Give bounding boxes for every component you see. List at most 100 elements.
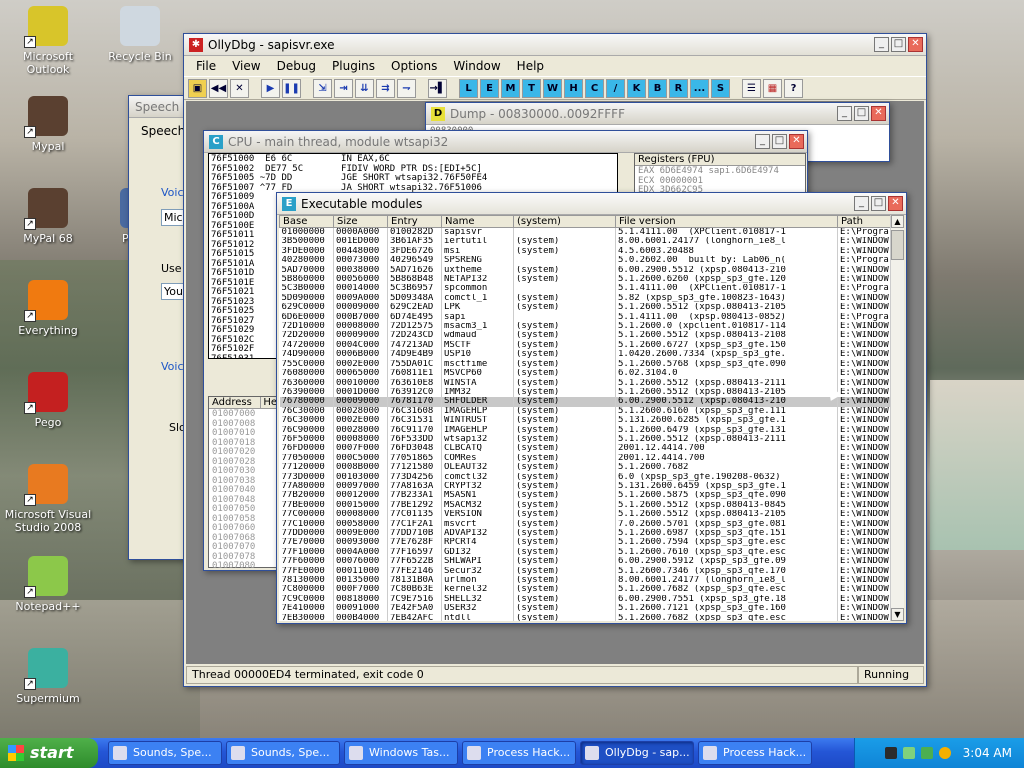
start-button[interactable]: start — [0, 738, 98, 768]
module-row[interactable]: 40280000 00073000 40296549 SPSRENG 5.0.2602.… — [279, 256, 890, 266]
toolbar-window-button[interactable]: ... — [690, 78, 709, 98]
dump-maximize-button[interactable]: □ — [854, 106, 869, 121]
tray-search-icon[interactable] — [938, 747, 951, 759]
taskbar-button[interactable]: Sounds, Spe... — [108, 741, 222, 765]
menu-debug[interactable]: Debug — [269, 59, 324, 73]
module-row[interactable]: 77BE0000 00015000 77BE1292 MSACM32 (system) 5… — [279, 500, 890, 511]
open-icon[interactable]: ▣ — [188, 78, 207, 98]
module-row[interactable]: 78130000 00135000 78131B0A urlmon (system) 8.… — [279, 576, 890, 586]
toolbar-window-button[interactable]: E — [480, 78, 499, 98]
memory-pane[interactable]: Address He 01007000 01007008 01007010 01007… — [208, 396, 278, 570]
dump-minimize-button[interactable]: _ — [837, 106, 852, 121]
module-row[interactable]: 74720000 0004C000 747213AD MSCTF (system) 5.1… — [279, 340, 890, 351]
module-row[interactable]: 76780000 00009000 76781170 SHFOLDER (system)… — [279, 397, 890, 407]
taskbar-button[interactable]: Process Hack... — [698, 741, 812, 765]
step-over-icon[interactable]: ⇥ — [334, 78, 353, 98]
menu-window[interactable]: Window — [445, 59, 508, 73]
toolbar-window-button[interactable]: W — [543, 78, 562, 98]
toolbar-window-button[interactable]: H — [564, 78, 583, 98]
modules-title-bar[interactable]: E Executable modules _ □ ✕ — [277, 193, 906, 215]
module-row[interactable]: 77E70000 00093000 77E7628F RPCRT4 (system) 5.… — [279, 538, 890, 548]
module-row[interactable]: 76C30000 0002E000 76C31531 WINTRUST (system)… — [279, 416, 890, 426]
module-row[interactable]: 755C0000 0002E000 755DA01C msctfime (system)… — [279, 359, 890, 370]
toolbar-window-button[interactable]: / — [606, 78, 625, 98]
ollydbg-title-bar[interactable]: ✱ OllyDbg - sapisvr.exe _ □ ✕ — [184, 34, 926, 56]
close-button[interactable]: ✕ — [908, 37, 923, 52]
module-row[interactable]: 629C0000 00009000 629C2EAD LPK (system) 5.1.2… — [279, 303, 890, 313]
modules-window[interactable]: E Executable modules _ □ ✕ Base Size Entry Na… — [276, 192, 907, 624]
taskbar-button[interactable]: OllyDbg - sap... — [580, 741, 694, 765]
appearance-icon[interactable]: ▦ — [763, 78, 782, 98]
col-header-system[interactable]: (system) — [513, 215, 616, 228]
desktop-icon[interactable]: ↗ Supermium — [0, 648, 96, 705]
cpu-maximize-button[interactable]: □ — [772, 134, 787, 149]
module-row[interactable]: 76390000 0001D000 763912C0 IMM32 (system) 5.1… — [279, 387, 890, 398]
pause-icon[interactable]: ❚❚ — [282, 78, 301, 98]
module-row[interactable]: 74D90000 0006B000 74D9E4B9 USP10 (system) 1.0… — [279, 350, 890, 360]
toolbar-window-button[interactable]: T — [522, 78, 541, 98]
maximize-button[interactable]: □ — [891, 37, 906, 52]
rewind-icon[interactable]: ◀◀ — [209, 78, 228, 98]
module-row[interactable]: 77F60000 00076000 77F6522B SHLWAPI (system) 6… — [279, 557, 890, 567]
module-row[interactable]: 77C00000 00008000 77C01135 VERSION (system) 5… — [279, 510, 890, 520]
help-icon[interactable]: ? — [784, 78, 803, 98]
dump-title-bar[interactable]: D Dump - 00830000..0092FFFF _ □ ✕ — [426, 103, 889, 125]
module-row[interactable]: 7EB30000 000B4000 7EB42AFC ntdll (system) 5.1… — [279, 613, 890, 621]
module-row[interactable]: 72D10000 00008000 72D12575 msacm3_1 (system)… — [279, 322, 890, 332]
tray-monitor-icon[interactable] — [884, 747, 897, 759]
scroll-thumb[interactable] — [891, 230, 904, 260]
module-row[interactable]: 76C30000 00028000 76C31608 IMAGEHLP (system)… — [279, 406, 890, 417]
module-row[interactable]: 77120000 0008B000 77121580 OLEAUT32 (system)… — [279, 463, 890, 473]
desktop-icon[interactable]: ↗ Mypal — [0, 96, 96, 153]
module-row[interactable]: 7E410000 00091000 7E42F5A0 USER32 (system) 5.… — [279, 604, 890, 614]
desktop-icon[interactable]: ↗ Notepad++ — [0, 556, 96, 613]
desktop-icon[interactable]: ↗ Pego — [0, 372, 96, 429]
module-row[interactable]: 77F10000 0004A000 77F16597 GDI32 (system) 5.1… — [279, 547, 890, 558]
run-icon[interactable]: ▶ — [261, 78, 280, 98]
module-row[interactable]: 76C90000 00028000 76C91170 IMAGEHLP (system)… — [279, 425, 890, 435]
module-row[interactable]: 76080000 00065000 760811E1 MSVCP60 (system) 6… — [279, 369, 890, 379]
cpu-title-bar[interactable]: C CPU - main thread, module wtsapi32 _ □ ✕ — [204, 131, 807, 153]
col-header-entry[interactable]: Entry — [387, 215, 442, 228]
tray-network-icon[interactable] — [902, 747, 915, 759]
modules-minimize-button[interactable]: _ — [854, 196, 869, 211]
module-row[interactable]: 5D090000 0009A000 5D09348A comctl_1 (system)… — [279, 293, 890, 304]
taskbar-button[interactable]: Windows Tas... — [344, 741, 458, 765]
taskbar-button[interactable]: Process Hack... — [462, 741, 576, 765]
menu-help[interactable]: Help — [509, 59, 552, 73]
trace-over-icon[interactable]: ⇉ — [376, 78, 395, 98]
col-header-name[interactable]: Name — [441, 215, 514, 228]
module-row[interactable]: 76360000 00010000 763610E8 WINSTA (system) 5.… — [279, 378, 890, 388]
dump-close-button[interactable]: ✕ — [871, 106, 886, 121]
col-header-path[interactable]: Path — [837, 215, 890, 228]
module-row[interactable]: 3FDE0000 00448000 3FDE6726 msi (system) 4.5.6… — [279, 246, 890, 257]
menu-plugins[interactable]: Plugins — [324, 59, 383, 73]
module-row[interactable]: 6D6E0000 000B7000 6D74E495 sapi 5.1.4111.00 … — [279, 312, 890, 323]
taskbar-button[interactable]: Sounds, Spe... — [226, 741, 340, 765]
desktop-icon[interactable]: ↗ MyPal 68 — [0, 188, 96, 245]
minimize-button[interactable]: _ — [874, 37, 889, 52]
module-row[interactable]: 76FD0000 0007F000 76FD3048 CLBCATQ (system) 2… — [279, 444, 890, 454]
module-row[interactable]: 5C3B0000 00014000 5C3B6957 spcommon 5.1.4111… — [279, 284, 890, 294]
desktop-icon[interactable]: ↗ Microsoft Visual Studio 2008 — [0, 464, 96, 534]
module-row[interactable]: 77B20000 00012000 77B233A1 MSASN1 (system) 5.… — [279, 491, 890, 501]
cpu-minimize-button[interactable]: _ — [755, 134, 770, 149]
module-row[interactable]: 5AD70000 00038000 5AD71626 uxtheme (system) 6… — [279, 265, 890, 276]
execute-till-return-icon[interactable]: ⇁ — [397, 78, 416, 98]
module-row[interactable]: 77A80000 00097000 77A8163A CRYPT32 (system) 5… — [279, 481, 890, 492]
toolbar-window-button[interactable]: S — [711, 78, 730, 98]
desktop-icon[interactable]: ↗ Microsoft Outlook — [0, 6, 96, 76]
modules-table-container[interactable]: Base Size Entry Name (system) File version Pat… — [279, 215, 890, 621]
module-row[interactable]: 72D20000 00009000 72D243CD wdmaud (system) 5.… — [279, 331, 890, 341]
module-row[interactable]: 773D0000 00103000 773D4256 comctl32 (system)… — [279, 472, 890, 482]
toolbar-window-button[interactable]: K — [627, 78, 646, 98]
menu-options[interactable]: Options — [383, 59, 445, 73]
col-header-base[interactable]: Base — [279, 215, 334, 228]
toolbar-window-button[interactable]: R — [669, 78, 688, 98]
col-header-size[interactable]: Size — [333, 215, 388, 228]
module-row[interactable]: 3B500000 001ED000 3B61AF35 iertutil (system)… — [279, 237, 890, 247]
tray-antivirus-icon[interactable] — [920, 747, 933, 759]
modules-scrollbar[interactable]: ▲ ▼ — [890, 215, 904, 621]
desktop-icon[interactable]: ↗ Everything — [0, 280, 96, 337]
close-debug-icon[interactable]: ✕ — [230, 78, 249, 98]
